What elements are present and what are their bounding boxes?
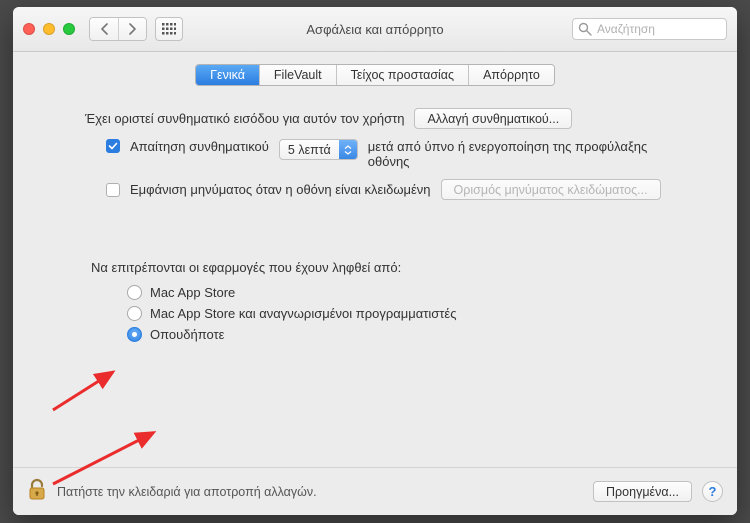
search-input[interactable]: [572, 18, 727, 40]
radio-anywhere-label: Οπουδήποτε: [150, 327, 224, 342]
allow-apps-heading: Να επιτρέπονται οι εφαρμογές που έχουν λ…: [91, 260, 707, 275]
footer-bar: Πατήστε την κλειδαριά για αποτροπή αλλαγ…: [13, 467, 737, 515]
require-password-delay-select[interactable]: 5 λεπτά: [279, 139, 358, 160]
nav-forward-button[interactable]: [118, 18, 146, 40]
tab-firewall[interactable]: Τείχος προστασίας: [336, 65, 468, 85]
lock-text: Πατήστε την κλειδαριά για αποτροπή αλλαγ…: [57, 485, 317, 499]
annotation-arrow-1: [47, 366, 127, 419]
content-area: Γενικά FileVault Τείχος προστασίας Απόρρ…: [13, 52, 737, 467]
minimize-window-button[interactable]: [43, 23, 55, 35]
help-button[interactable]: ?: [702, 481, 723, 502]
preferences-window: Ασφάλεια και απόρρητο Γενικά FileVault Τ…: [13, 7, 737, 515]
search-icon: [578, 22, 592, 36]
password-set-label: Έχει οριστεί συνθηματικό εισόδου για αυτ…: [85, 111, 404, 126]
select-arrows-icon: [339, 140, 357, 159]
allow-apps-radio-group: Mac App Store Mac App Store και αναγνωρι…: [127, 285, 707, 342]
titlebar: Ασφάλεια και απόρρητο: [13, 7, 737, 52]
nav-back-forward: [89, 17, 147, 41]
radio-anywhere[interactable]: [127, 327, 142, 342]
set-lock-message-button[interactable]: Ορισμός μηνύματος κλειδώματος...: [441, 179, 661, 200]
after-sleep-label: μετά από ύπνο ή ενεργοποίηση της προφύλα…: [368, 139, 648, 169]
tab-filevault[interactable]: FileVault: [259, 65, 336, 85]
nav-back-button[interactable]: [90, 18, 118, 40]
change-password-button[interactable]: Αλλαγή συνθηματικού...: [414, 108, 572, 129]
radio-app-store[interactable]: [127, 285, 142, 300]
tabs-row: Γενικά FileVault Τείχος προστασίας Απόρρ…: [13, 64, 737, 86]
zoom-window-button[interactable]: [63, 23, 75, 35]
close-window-button[interactable]: [23, 23, 35, 35]
tab-privacy[interactable]: Απόρρητο: [468, 65, 554, 85]
tab-general[interactable]: Γενικά: [196, 65, 259, 85]
tab-segmented-control: Γενικά FileVault Τείχος προστασίας Απόρρ…: [195, 64, 555, 86]
traffic-lights: [23, 23, 75, 35]
select-value: 5 λεπτά: [280, 143, 339, 157]
radio-app-store-identified-label: Mac App Store και αναγνωρισμένοι προγραμ…: [150, 306, 456, 321]
allow-apps-section: Να επιτρέπονται οι εφαρμογές που έχουν λ…: [13, 260, 737, 342]
password-section: Έχει οριστεί συνθηματικό εισόδου για αυτ…: [13, 108, 737, 200]
show-all-button[interactable]: [155, 17, 183, 41]
lock-icon[interactable]: [27, 478, 47, 505]
search-field-wrap: [572, 18, 727, 40]
show-lock-message-checkbox[interactable]: [106, 183, 120, 197]
lock-area: Πατήστε την κλειδαριά για αποτροπή αλλαγ…: [27, 478, 317, 505]
require-password-label: Απαίτηση συνθηματικού: [130, 139, 269, 154]
radio-app-store-label: Mac App Store: [150, 285, 235, 300]
advanced-button[interactable]: Προηγμένα...: [593, 481, 692, 502]
show-lock-message-label: Εμφάνιση μηνύματος όταν η οθόνη είναι κλ…: [130, 182, 431, 197]
require-password-checkbox[interactable]: [106, 139, 120, 153]
radio-app-store-identified[interactable]: [127, 306, 142, 321]
